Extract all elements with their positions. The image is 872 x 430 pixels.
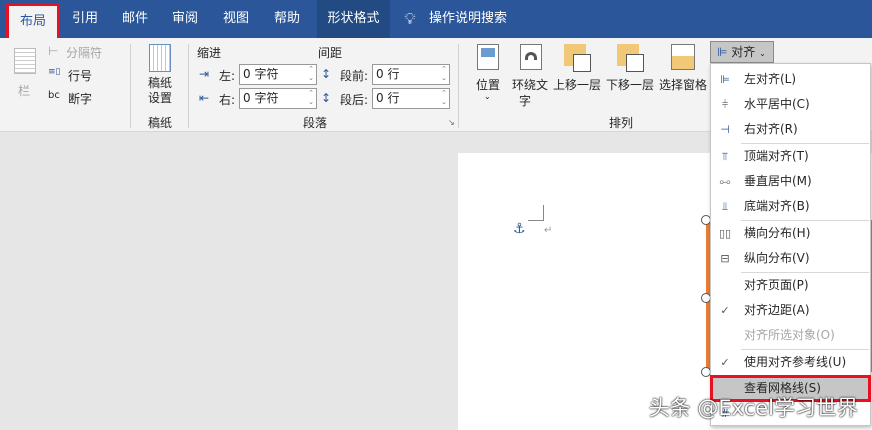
spacing-after-input[interactable]: 0 行 ⌃ ⌄ [372,88,450,109]
distribute-horizontal-icon: ▯▯ [718,227,732,240]
distribute-vertical-icon: ⊟ [720,252,730,265]
wrap-text-button[interactable]: 环绕文 [512,76,548,93]
anchor-icon: ⚓︎ [513,221,526,237]
tab-shape-format[interactable]: 形状格式 [317,0,390,38]
manuscript-icon [149,44,171,72]
chevron-down-icon: ⌄ [484,92,491,101]
indent-right-input[interactable]: 0 字符 ⌃ ⌄ [239,88,317,109]
tab-mailings[interactable]: 邮件 [112,0,158,38]
checkmark-icon: ✓ [720,356,730,369]
group-label-manuscript: 稿纸 [148,116,173,130]
menu-item-align-bottom[interactable]: ⫫ 底端对齐(B) [711,194,870,219]
spacing-before-icon: ↕ [321,67,332,81]
checkmark-icon: ✓ [720,304,730,317]
bring-forward-button[interactable]: 上移一层 [553,76,601,93]
align-button[interactable]: ⊫ 对齐 ⌄ [710,41,774,63]
position-button[interactable]: 位置 [476,76,500,93]
menu-item-align-right[interactable]: ⊣ 右对齐(R) [711,117,870,142]
selection-pane-icon [671,44,695,70]
align-center-icon: ⫩ [721,98,729,111]
send-backward-icon-front [626,54,644,72]
paragraph-mark-icon: ↵ [544,225,553,236]
align-middle-icon: ⧟ [719,175,731,188]
manuscript-settings-button[interactable]: 稿纸 设置 [148,76,172,106]
wrap-text-button-line2[interactable]: 字 [519,92,531,109]
menu-item-align-top[interactable]: ⫪ 顶端对齐(T) [711,144,870,169]
spacing-after-label: 段后: [340,93,369,107]
indent-right-icon: ⇤ [199,91,210,105]
align-icon: ⊫ [717,45,728,59]
tell-me-search[interactable]: 操作说明搜索 [428,0,508,38]
indent-label: 缩进 [197,46,222,60]
align-dropdown-menu: ⊫ 左对齐(L) ⫩ 水平居中(C) ⊣ 右对齐(R) ⫪ 顶端对齐(T) ⧟ 垂直居中(… [710,63,871,426]
menu-item-align-center[interactable]: ⫩ 水平居中(C) [711,92,870,117]
tab-review[interactable]: 审阅 [162,0,208,38]
align-bottom-icon: ⫫ [721,200,729,213]
selection-pane-button[interactable]: 选择窗格 [659,76,707,93]
wrap-text-icon [520,44,542,70]
hyphenation-button[interactable]: 断字 [68,90,92,107]
line-numbers-button[interactable]: 行号 [68,67,92,84]
menu-item-align-left[interactable]: ⊫ 左对齐(L) [711,67,870,92]
hyphenation-icon: bc [48,90,60,101]
margin-corner-mark [528,205,544,221]
menu-item-align-to-margin[interactable]: ✓ 对齐边距(A) [711,298,870,323]
tab-layout[interactable]: 布局 [6,3,60,41]
tab-view[interactable]: 视图 [213,0,259,38]
watermark: 头条 @Excel学习世界 [648,396,858,420]
menu-item-use-alignment-guides[interactable]: ✓ 使用对齐参考线(U) [711,350,870,375]
tab-references[interactable]: 引用 [62,0,108,38]
ribbon-tabs: 布局 引用 邮件 审阅 视图 帮助 形状格式 💡︎ 操作说明搜索 [0,0,872,41]
align-right-icon: ⊣ [720,123,730,136]
menu-item-distribute-vertically[interactable]: ⊟ 纵向分布(V) [711,246,870,271]
breaks-icon: ⊢ [48,44,59,58]
breaks-button[interactable]: 分隔符 [66,44,102,61]
tab-help[interactable]: 帮助 [264,0,310,38]
send-backward-button[interactable]: 下移一层 [606,76,654,93]
group-label-arrange: 排列 [609,116,634,130]
chevron-down-icon: ⌄ [759,49,766,58]
columns-icon [14,48,36,74]
menu-item-align-selected-objects: 对齐所选对象(O) [744,328,835,342]
paragraph-launcher-icon[interactable]: ↘ [448,118,455,127]
spacing-label: 间距 [318,46,343,60]
align-left-icon: ⊫ [720,73,730,86]
spacing-before-label: 段前: [340,69,369,83]
position-icon [477,44,499,70]
indent-left-input[interactable]: 0 字符 ⌃ ⌄ [239,64,317,85]
columns-button[interactable]: 栏 [18,82,30,99]
align-label: 对齐 [731,45,756,59]
indent-left-icon: ⇥ [199,67,210,81]
align-top-icon: ⫪ [721,150,729,163]
menu-item-align-to-page[interactable]: 对齐页面(P) [711,273,870,298]
indent-left-label: 左: [219,69,236,83]
spacing-before-input[interactable]: 0 行 ⌃ ⌄ [372,64,450,85]
spacing-after-icon: ↕ [321,91,332,105]
indent-right-label: 右: [219,93,236,107]
menu-item-distribute-horizontally[interactable]: ▯▯ 横向分布(H) [711,221,870,246]
menu-item-align-middle[interactable]: ⧟ 垂直居中(M) [711,169,870,194]
line-numbers-icon: ≡▯ [48,67,61,77]
bring-forward-icon-back [573,54,591,72]
group-label-paragraph: 段落 [303,116,328,130]
lightbulb-icon: 💡︎ [404,9,416,28]
